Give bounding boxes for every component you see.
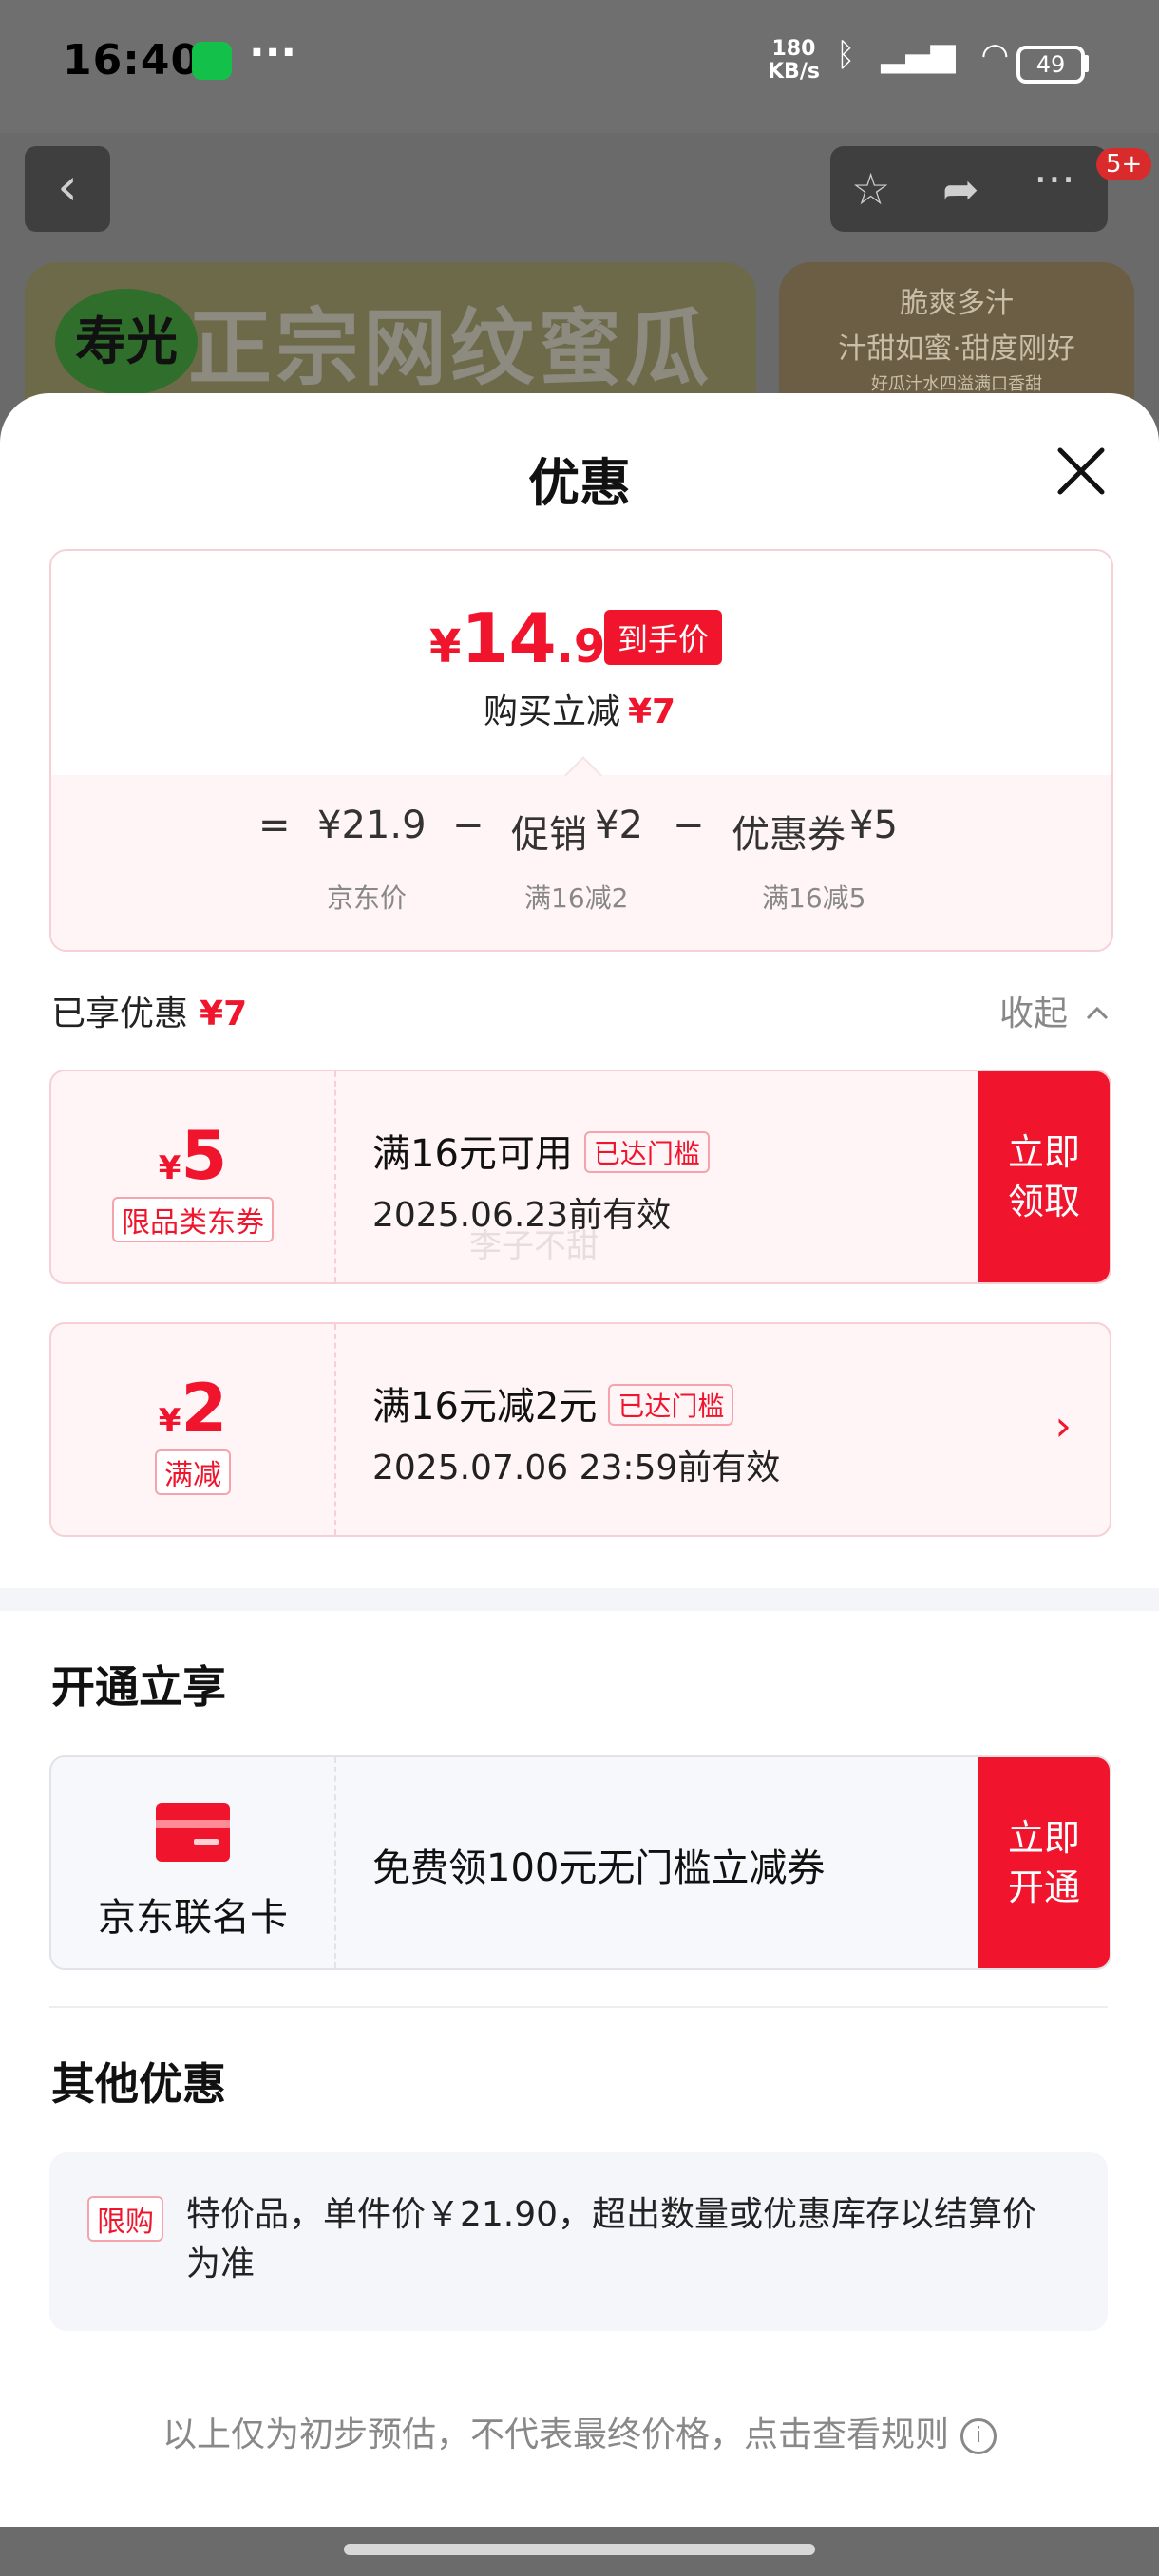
credit-card-icon [156, 1803, 230, 1862]
section-divider [0, 1588, 1159, 1611]
coupon-kind: 满减 [155, 1449, 231, 1495]
other-discount-text: 特价品，单件价￥21.90，超出数量或优惠库存以结算价为准 [186, 2195, 1037, 2283]
sub-label-promo: 满16减2 [524, 882, 629, 914]
system-icons: ᛒ ▂▄▆ ◠ [836, 36, 1009, 74]
share-icon[interactable]: ➦ [942, 163, 979, 215]
coupon-amount-area: ¥2 满减 [51, 1324, 336, 1535]
coupon-amount: ¥5 [51, 1117, 334, 1195]
final-price-tag: 到手价 [604, 610, 723, 665]
formula-minus-2: − [673, 804, 705, 847]
divider-line [49, 2006, 1108, 2008]
rules-note: 以上仅为初步预估，不代表最终价格，点击查看规则 [162, 2415, 949, 2454]
signal-icon: ▂▄▆ [881, 36, 956, 74]
coupon-amount-area: ¥5 限品类东券 [51, 1071, 336, 1282]
battery-tip [1083, 55, 1089, 72]
coupon-info: 满16元减2元 已达门槛 2025.07.06 23:59前有效 [372, 1375, 780, 1489]
coupon-currency: ¥ [158, 1149, 181, 1187]
bluetooth-icon: ᛒ [836, 36, 856, 74]
top-actions: ☆ ➦ ··· [830, 146, 1108, 232]
enjoyed-amount: ¥7 [200, 994, 248, 1033]
cobrand-card-area: 京东联名卡 [51, 1757, 336, 1968]
sub-label-base: 京东价 [327, 882, 408, 914]
enjoyed-discount: 已享优惠 ¥7 [51, 986, 247, 1035]
coupon-kind: 限品类东券 [112, 1197, 274, 1242]
banner-title: 正宗网纹蜜瓜 [188, 299, 713, 397]
chevron-right-icon[interactable]: › [1054, 1402, 1072, 1450]
coupon-currency: ¥ [158, 1402, 181, 1440]
rules-link[interactable]: 以上仅为初步预估，不代表最终价格，点击查看规则 i [0, 2407, 1159, 2456]
final-price-decimal: .9 [556, 620, 606, 673]
coupon-validity: 2025.07.06 23:59前有效 [372, 1449, 781, 1487]
sheet-title: 优惠 [528, 453, 631, 513]
coupon-amount: ¥2 [51, 1370, 334, 1448]
coupon-value: 2 [180, 1370, 228, 1448]
enjoyed-label: 已享优惠 [51, 994, 189, 1033]
banner2-line1: 脆爽多汁 [900, 287, 1014, 320]
purchase-limit-tag: 限购 [87, 2196, 163, 2242]
watermark: 李子不甜 [469, 1227, 598, 1265]
formula-base-price: ¥21.9 [317, 804, 427, 847]
coupon-card[interactable]: ¥2 满减 满16元减2元 已达门槛 2025.07.06 23:59前有效 › [49, 1322, 1112, 1537]
claim-coupon-label: 立即领取 [1007, 1131, 1080, 1222]
status-time: 16:40 [63, 36, 201, 85]
network-speed-value: 180 [771, 37, 816, 61]
formula-minus-1: − [452, 804, 484, 847]
threshold-reached-badge: 已达门槛 [583, 1131, 710, 1173]
open-card-button[interactable]: 立即开通 [978, 1757, 1110, 1968]
close-icon[interactable] [1054, 445, 1108, 498]
more-notifications-icon: ··· [249, 28, 297, 77]
open-card-label: 立即开通 [1007, 1817, 1080, 1908]
favorite-icon[interactable]: ☆ [851, 163, 890, 215]
more-icon[interactable]: ··· [1034, 154, 1075, 205]
formula-equals: = [258, 804, 291, 847]
back-button[interactable]: ‹ [25, 146, 110, 232]
home-indicator[interactable] [344, 2544, 815, 2555]
reduce-label: 购买立减 [483, 692, 620, 731]
network-speed-unit: KB/s [768, 60, 820, 84]
wechat-icon [192, 42, 232, 80]
cart-badge: 5+ [1096, 148, 1152, 180]
info-icon[interactable]: i [960, 2418, 997, 2454]
formula-promo-label: 促销 [511, 813, 587, 857]
sub-label-coupon: 满16减5 [762, 882, 866, 914]
final-price-currency: ¥ [429, 620, 462, 673]
banner2-line2: 汁甜如蜜·甜度刚好 [838, 332, 1075, 366]
coupon-condition: 满16元可用 [372, 1132, 573, 1176]
coupon-value: 5 [180, 1117, 228, 1195]
formula-coupon-label: 优惠券 [732, 813, 846, 857]
other-section-title: 其他优惠 [51, 2058, 226, 2110]
cobrand-card-text: 免费领100元无门槛立减券 [372, 1847, 826, 1890]
reduce-amount: ¥7 [627, 692, 676, 731]
claim-coupon-button[interactable]: 立即领取 [978, 1071, 1110, 1282]
wifi-icon: ◠ [980, 36, 1010, 74]
chevron-up-icon [1087, 1006, 1109, 1020]
brand-logo: 寿光 [55, 289, 198, 395]
threshold-reached-badge: 已达门槛 [608, 1384, 734, 1426]
collapse-label: 收起 [999, 994, 1069, 1033]
battery-icon: 49 [1016, 46, 1085, 84]
collapse-button[interactable]: 收起 [999, 986, 1111, 1035]
coupon-condition: 满16元减2元 [372, 1385, 598, 1429]
cobrand-card-name: 京东联名卡 [98, 1896, 288, 1940]
network-speed: 180 KB/s [768, 38, 820, 84]
final-price-integer: 14 [461, 598, 557, 678]
formula-coupon-amount: ¥5 [849, 804, 898, 847]
cobrand-card-offer[interactable]: 京东联名卡 免费领100元无门槛立减券 立即开通 [49, 1755, 1112, 1970]
formula-promo-amount: ¥2 [595, 804, 643, 847]
open-section-title: 开通立享 [51, 1661, 226, 1713]
instant-reduce-line: 购买立减 ¥7 [0, 684, 1159, 733]
final-price: ¥14.9 [429, 598, 605, 678]
price-breakdown-area [51, 775, 1112, 950]
banner2-line3: 好瓜汁水四溢满口香甜 [871, 374, 1042, 394]
